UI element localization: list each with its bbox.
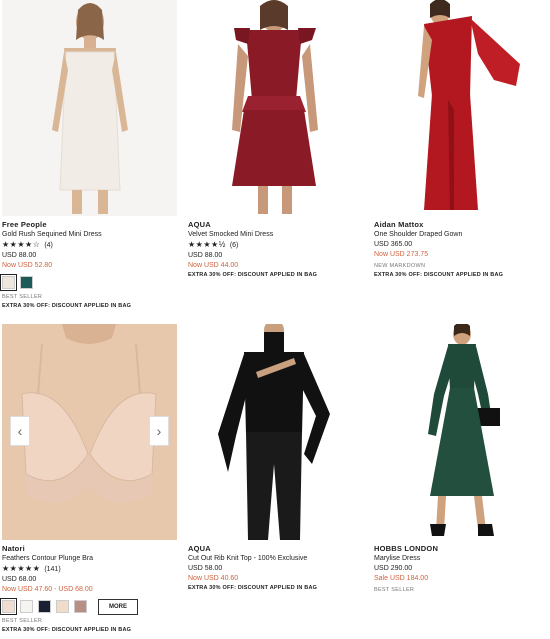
product-card[interactable]: ‹ › Natori Feathers Contour Plunge Bra ★… (0, 324, 177, 635)
product-brand[interactable]: AQUA (188, 544, 363, 554)
carousel-next-button[interactable]: › (149, 416, 169, 446)
review-count: (4) (44, 242, 53, 249)
rating-stars: ★★★★★ (2, 564, 41, 573)
color-swatch-5[interactable] (74, 600, 87, 613)
original-price: USD 58.00 (188, 565, 223, 572)
product-brand[interactable]: Aidan Mattox (374, 220, 549, 230)
promo-text: EXTRA 30% OFF: DISCOUNT APPLIED IN BAG (2, 627, 132, 633)
rib-knit-top-photo (188, 324, 363, 540)
product-image[interactable] (374, 324, 549, 540)
promo-text: EXTRA 30% OFF: DISCOUNT APPLIED IN BAG (374, 272, 504, 278)
velvet-green-dress-photo (374, 324, 549, 540)
product-image[interactable]: ‹ › (2, 324, 177, 540)
product-tag: BEST SELLER (2, 618, 43, 624)
review-count: (6) (229, 242, 239, 249)
product-image[interactable] (188, 0, 363, 216)
product-card[interactable]: AQUA Cut Out Rib Knit Top - 100% Exclusi… (188, 324, 363, 593)
product-card[interactable]: HOBBS LONDON Marylise Dress USD 290.00 S… (374, 324, 549, 595)
color-swatches (0, 274, 177, 291)
color-swatch-1[interactable] (0, 598, 17, 615)
sequined-dress-photo (2, 0, 177, 216)
color-swatch-3[interactable] (38, 600, 51, 613)
product-brand[interactable]: HOBBS LONDON (374, 544, 549, 554)
original-price: USD 88.00 (188, 252, 223, 259)
promo-text: EXTRA 30% OFF: DISCOUNT APPLIED IN BAG (188, 585, 318, 591)
product-card[interactable]: Free People Gold Rush Sequined Mini Dres… (0, 0, 177, 311)
product-name[interactable]: Marylise Dress (374, 554, 549, 564)
velvet-dress-photo (188, 0, 363, 216)
promo-text: EXTRA 30% OFF: DISCOUNT APPLIED IN BAG (2, 303, 132, 309)
original-price: USD 290.00 (374, 565, 413, 572)
carousel-prev-button[interactable]: ‹ (10, 416, 30, 446)
product-name[interactable]: Cut Out Rib Knit Top - 100% Exclusive (188, 554, 363, 564)
promo-text: EXTRA 30% OFF: DISCOUNT APPLIED IN BAG (188, 272, 318, 278)
original-price: USD 68.00 (2, 576, 37, 583)
sale-price: Now USD 52.80 (2, 262, 53, 269)
product-name[interactable]: Velvet Smocked Mini Dress (188, 230, 363, 240)
product-image[interactable] (374, 0, 549, 216)
sale-price: Now USD 47.60 - USD 68.00 (2, 586, 93, 593)
chevron-right-icon: › (156, 423, 162, 439)
color-swatch-4[interactable] (56, 600, 69, 613)
product-brand[interactable]: Natori (2, 544, 177, 554)
product-brand[interactable]: AQUA (188, 220, 363, 230)
product-name[interactable]: One Shoulder Draped Gown (374, 230, 549, 240)
sale-price: Sale USD 184.00 (374, 575, 429, 582)
color-swatches: MORE (0, 598, 177, 615)
product-name[interactable]: Gold Rush Sequined Mini Dress (2, 230, 177, 240)
product-brand[interactable]: Free People (2, 220, 177, 230)
product-tag: BEST SELLER (2, 294, 43, 300)
rating-stars: ★★★★☆ (2, 240, 41, 249)
sale-price: Now USD 44.00 (188, 262, 239, 269)
product-name[interactable]: Feathers Contour Plunge Bra (2, 554, 177, 564)
product-image[interactable] (2, 0, 177, 216)
sale-price: Now USD 273.75 (374, 251, 429, 258)
product-tag: NEW MARKDOWN (374, 263, 426, 269)
product-tag: BEST SELLER (374, 587, 415, 593)
draped-gown-photo (374, 0, 549, 216)
product-image[interactable] (188, 324, 363, 540)
original-price: USD 365.00 (374, 241, 413, 248)
product-rating[interactable]: ★★★★☆ (4) (2, 240, 177, 251)
sale-price: Now USD 40.60 (188, 575, 239, 582)
product-card[interactable]: AQUA Velvet Smocked Mini Dress ★★★★½ (6)… (188, 0, 363, 280)
chevron-left-icon: ‹ (17, 423, 23, 439)
color-swatch-2[interactable] (20, 600, 33, 613)
product-card[interactable]: Aidan Mattox One Shoulder Draped Gown US… (374, 0, 549, 280)
more-colors-button[interactable]: MORE (98, 598, 138, 615)
original-price: USD 88.00 (2, 252, 37, 259)
color-swatch-2[interactable] (20, 276, 33, 289)
rating-stars: ★★★★½ (188, 240, 226, 249)
product-rating[interactable]: ★★★★★ (141) (2, 564, 177, 575)
review-count: (141) (44, 566, 61, 573)
color-swatch-1[interactable] (0, 274, 17, 291)
product-rating[interactable]: ★★★★½ (6) (188, 240, 363, 251)
